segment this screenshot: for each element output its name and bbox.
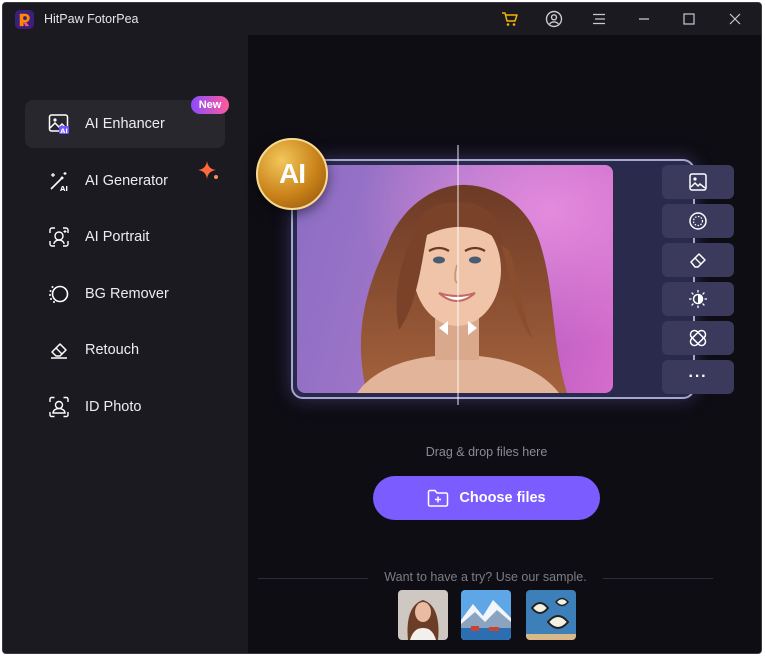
sidebar-item-retouch[interactable]: Retouch xyxy=(25,326,225,374)
minimize-icon xyxy=(639,18,649,20)
choose-files-label: Choose files xyxy=(459,490,546,506)
sidebar-item-ai-enhancer[interactable]: AI AI Enhancer New xyxy=(25,96,229,148)
sidebar-item-ai-generator[interactable]: AI AI Generator xyxy=(25,157,225,205)
tool-image-button[interactable] xyxy=(662,165,734,199)
brightness-icon xyxy=(689,290,707,308)
sample-fish-image xyxy=(526,590,576,640)
compare-right-arrow-icon[interactable] xyxy=(467,320,479,336)
sample-section: Want to have a try? Use our sample. xyxy=(258,568,713,588)
tool-brightness-button[interactable] xyxy=(662,282,734,316)
close-icon xyxy=(729,13,741,25)
sidebar-item-label: Retouch xyxy=(85,342,140,358)
portrait-illustration xyxy=(297,165,613,393)
eraser-icon xyxy=(690,253,706,268)
maximize-button[interactable] xyxy=(677,8,701,30)
preview-photo xyxy=(297,165,613,393)
drag-drop-hint: Drag & drop files here xyxy=(425,445,548,459)
menu-icon xyxy=(593,13,605,25)
sidebar-item-label: AI Enhancer xyxy=(85,116,165,132)
sidebar: AI AI Enhancer New AI AI Generator AI Po… xyxy=(3,35,248,653)
pattern-icon xyxy=(689,212,707,230)
account-icon xyxy=(545,10,563,28)
sidebar-item-ai-portrait[interactable]: AI Portrait xyxy=(25,213,225,261)
cart-button[interactable] xyxy=(498,8,522,30)
maximize-icon xyxy=(683,13,695,25)
sidebar-item-id-photo[interactable]: ID Photo xyxy=(25,383,225,431)
app-title: HitPaw FotorPea xyxy=(44,12,139,26)
svg-text:AI: AI xyxy=(60,127,67,135)
id-photo-icon xyxy=(49,396,69,418)
ai-badge: AI xyxy=(256,138,328,210)
sidebar-item-label: AI Portrait xyxy=(85,229,150,245)
sidebar-item-label: AI Generator xyxy=(85,173,169,189)
compare-split-line[interactable] xyxy=(457,145,459,405)
app-window: HitPaw FotorPea AI AI Enhancer New AI AI… xyxy=(2,2,762,654)
tool-more-button[interactable]: ··· xyxy=(662,360,734,394)
preview-frame: ··· xyxy=(291,159,734,399)
ai-enhancer-icon: AI xyxy=(48,114,69,135)
sample-landscape-image xyxy=(461,590,511,640)
ai-portrait-icon xyxy=(49,227,69,247)
title-bar: HitPaw FotorPea xyxy=(3,3,761,35)
new-badge: New xyxy=(191,96,229,114)
sample-thumb-portrait[interactable] xyxy=(398,590,448,640)
folder-add-icon xyxy=(428,489,449,507)
sidebar-item-bg-remover[interactable]: BG Remover xyxy=(25,270,225,318)
retouch-icon xyxy=(51,343,67,359)
minimize-button[interactable] xyxy=(632,8,656,30)
more-icon: ··· xyxy=(688,368,708,385)
app-logo-icon xyxy=(15,10,34,29)
sample-portrait-image xyxy=(398,590,448,640)
account-button[interactable] xyxy=(542,8,566,30)
choose-files-button[interactable]: Choose files xyxy=(373,476,600,520)
main-panel: ··· AI Drag & drop files here Choose fil… xyxy=(248,35,761,653)
sidebar-item-label: ID Photo xyxy=(85,399,142,415)
sparkle-icon xyxy=(198,161,218,179)
sample-thumb-landscape[interactable] xyxy=(461,590,511,640)
tool-eraser-button[interactable] xyxy=(662,243,734,277)
cart-icon xyxy=(502,12,518,26)
sample-thumb-fish[interactable] xyxy=(526,590,576,640)
menu-button[interactable] xyxy=(587,8,611,30)
tool-heal-button[interactable] xyxy=(662,321,734,355)
image-icon xyxy=(689,173,707,191)
sample-hint: Want to have a try? Use our sample. xyxy=(384,570,587,584)
compare-left-arrow-icon[interactable] xyxy=(437,320,449,336)
svg-text:AI: AI xyxy=(60,185,68,192)
bg-remover-icon xyxy=(49,285,69,303)
close-button[interactable] xyxy=(723,8,747,30)
ai-generator-icon: AI xyxy=(50,172,68,192)
heal-icon xyxy=(689,329,707,347)
tool-pattern-button[interactable] xyxy=(662,204,734,238)
sidebar-item-label: BG Remover xyxy=(85,286,169,302)
